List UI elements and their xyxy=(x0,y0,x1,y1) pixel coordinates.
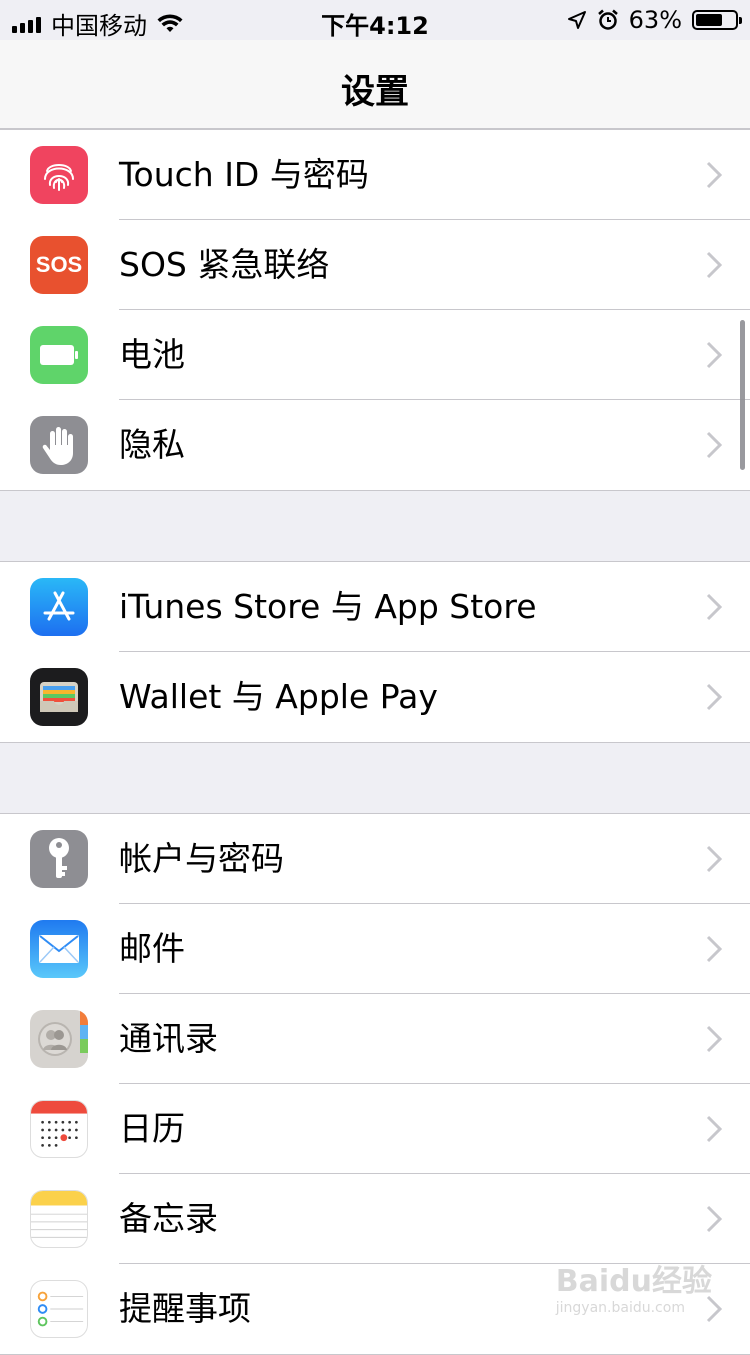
settings-row-accounts-passwords[interactable]: 帐户与密码 xyxy=(0,814,750,904)
battery-settings-icon xyxy=(30,326,88,384)
settings-row-label: 帐户与密码 xyxy=(119,839,284,878)
watermark: Baidu经验 jingyan.baidu.com xyxy=(556,1256,712,1316)
status-right: 63% xyxy=(567,6,742,34)
settings-group-stores: iTunes Store 与 App Store Wallet 与 Apple … xyxy=(0,561,750,743)
chevron-right-icon xyxy=(706,935,722,963)
mail-icon xyxy=(30,920,88,978)
location-icon xyxy=(567,11,586,29)
chevron-right-icon xyxy=(706,1115,722,1143)
navigation-bar: 设置 xyxy=(0,40,750,129)
settings-row-label: 提醒事项 xyxy=(119,1289,251,1328)
chevron-right-icon xyxy=(706,1025,722,1053)
settings-row-label: SOS 紧急联络 xyxy=(119,245,330,284)
battery-icon xyxy=(692,10,742,30)
chevron-right-icon xyxy=(706,683,722,711)
battery-percent: 63% xyxy=(628,6,682,34)
key-icon xyxy=(30,830,88,888)
settings-row-label: 日历 xyxy=(119,1109,185,1148)
settings-row-label: 通讯录 xyxy=(119,1019,218,1058)
sos-icon: SOS xyxy=(30,236,88,294)
contacts-icon xyxy=(30,1010,88,1068)
chevron-right-icon xyxy=(706,161,722,189)
page-title: 设置 xyxy=(341,72,409,112)
status-bar: 中国移动 下午4:12 63% xyxy=(0,0,750,40)
chevron-right-icon xyxy=(706,593,722,621)
watermark-subtext: jingyan.baidu.com xyxy=(555,1300,685,1316)
settings-row-battery[interactable]: 电池 xyxy=(0,310,750,400)
calendar-icon xyxy=(30,1100,88,1158)
settings-row-label: Touch ID 与密码 xyxy=(119,155,369,194)
chevron-right-icon xyxy=(706,845,722,873)
settings-row-label: iTunes Store 与 App Store xyxy=(119,587,537,626)
settings-row-contacts[interactable]: 通讯录 xyxy=(0,994,750,1084)
settings-row-touch-id[interactable]: Touch ID 与密码 xyxy=(0,130,750,220)
chevron-right-icon xyxy=(706,431,722,459)
chevron-right-icon xyxy=(706,1205,722,1233)
settings-row-label: 隐私 xyxy=(119,425,185,464)
fingerprint-icon xyxy=(30,146,88,204)
settings-row-wallet[interactable]: Wallet 与 Apple Pay xyxy=(0,652,750,742)
settings-row-itunes-app-store[interactable]: iTunes Store 与 App Store xyxy=(0,562,750,652)
hand-icon xyxy=(30,416,88,474)
settings-row-label: 邮件 xyxy=(119,929,185,968)
settings-row-mail[interactable]: 邮件 xyxy=(0,904,750,994)
settings-row-calendar[interactable]: 日历 xyxy=(0,1084,750,1174)
settings-row-label: 电池 xyxy=(119,335,185,374)
notes-icon xyxy=(30,1190,88,1248)
settings-group-security: Touch ID 与密码 SOS SOS 紧急联络 电池 隐私 xyxy=(0,129,750,491)
alarm-icon xyxy=(597,9,618,30)
reminders-icon xyxy=(30,1280,88,1338)
sos-icon-text: SOS xyxy=(35,252,83,277)
chevron-right-icon xyxy=(706,341,722,369)
watermark-text: Baidu经验 xyxy=(555,1264,712,1299)
settings-row-privacy[interactable]: 隐私 xyxy=(0,400,750,490)
chevron-right-icon xyxy=(706,251,722,279)
wallet-icon xyxy=(30,668,88,726)
settings-list: Touch ID 与密码 SOS SOS 紧急联络 电池 隐私 iTunes S… xyxy=(0,129,750,1355)
settings-row-notes[interactable]: 备忘录 xyxy=(0,1174,750,1264)
settings-row-label: 备忘录 xyxy=(119,1199,218,1238)
scrollbar[interactable] xyxy=(740,320,745,470)
app-store-icon xyxy=(30,578,88,636)
settings-row-sos[interactable]: SOS SOS 紧急联络 xyxy=(0,220,750,310)
settings-row-label: Wallet 与 Apple Pay xyxy=(119,677,438,716)
